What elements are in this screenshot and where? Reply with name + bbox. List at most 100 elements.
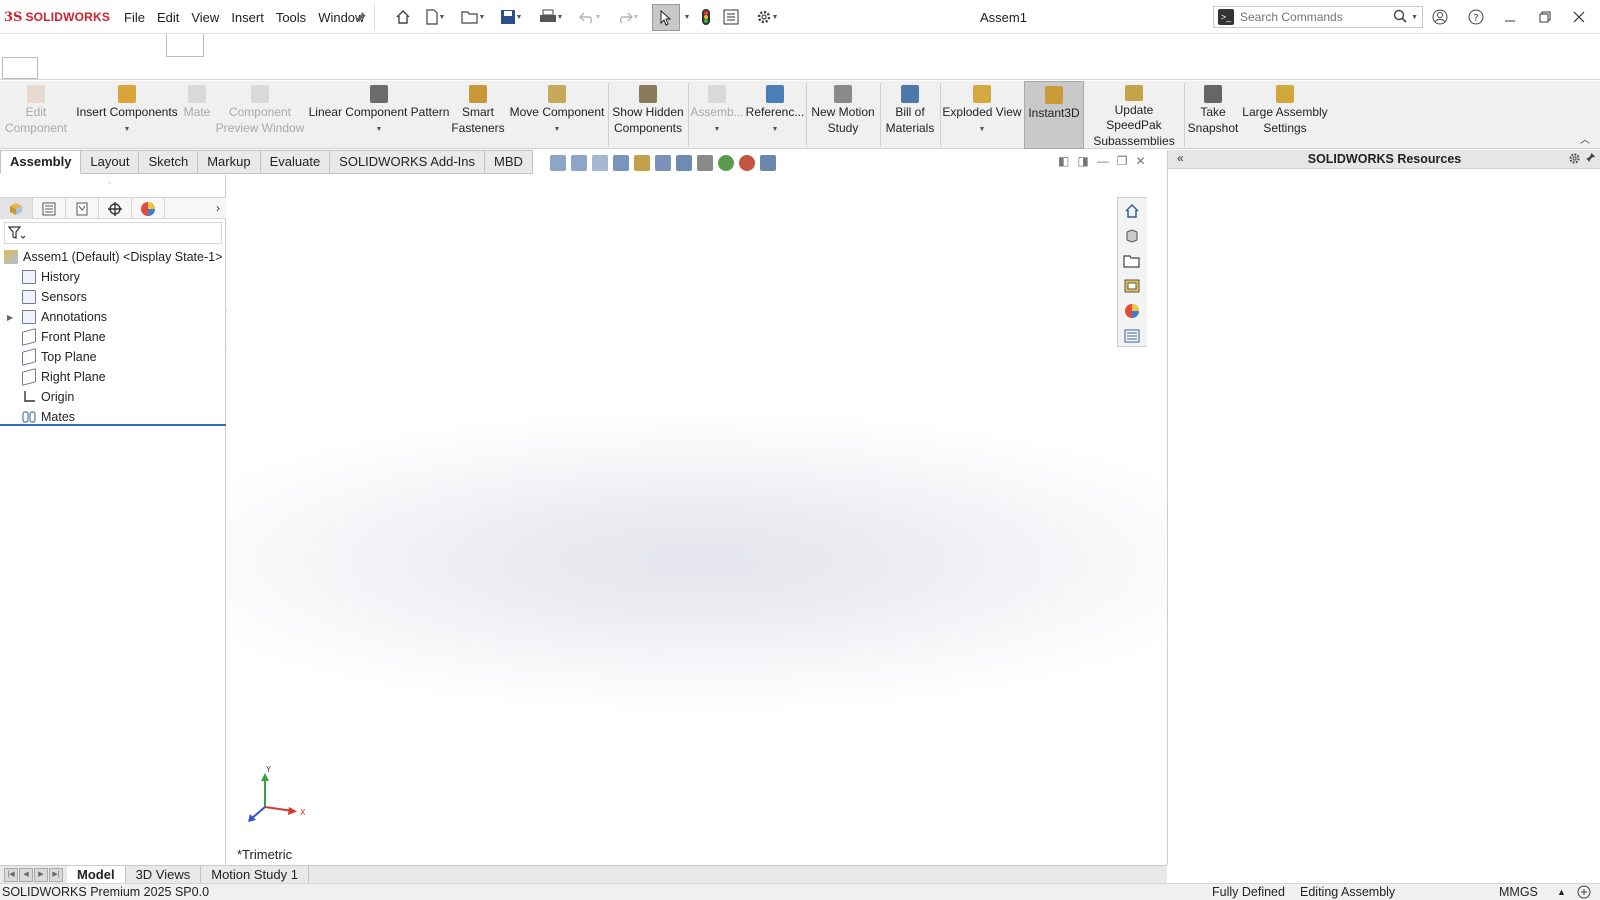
restore-icon[interactable]	[1533, 7, 1557, 27]
linear-component-pattern-button[interactable]: Linear Component Pattern ▼	[308, 81, 450, 149]
file-properties-icon[interactable]	[722, 7, 740, 27]
zoom-to-area-icon[interactable]	[571, 155, 587, 171]
view-settings-icon[interactable]	[760, 155, 776, 171]
previous-view-icon[interactable]	[592, 155, 608, 171]
print-icon[interactable]: ▼	[536, 7, 566, 27]
search-input[interactable]	[1240, 10, 1394, 24]
filter-icon[interactable]	[7, 225, 26, 244]
unit-system[interactable]: MMGS	[1499, 884, 1538, 900]
bill-of-materials-button[interactable]: Bill of Materials	[882, 81, 938, 149]
solidworks-resources-icon[interactable]	[1118, 199, 1146, 223]
doc-close-icon[interactable]: ✕	[1135, 154, 1145, 168]
last-tab-arrow-icon[interactable]: ▶|	[49, 868, 63, 882]
section-view-icon[interactable]	[613, 155, 629, 171]
pin-icon[interactable]	[354, 7, 368, 27]
tab-motion-study-1[interactable]: Motion Study 1	[201, 866, 309, 883]
configurationmanager-tab-icon[interactable]	[66, 198, 99, 219]
menu-view[interactable]: View	[185, 9, 225, 27]
tree-item-annotations[interactable]: ▶ Annotations	[0, 307, 226, 327]
tree-filter-input[interactable]	[4, 222, 222, 244]
account-icon[interactable]	[1428, 7, 1452, 27]
view-palette-icon[interactable]	[1118, 274, 1146, 298]
options-gear-icon[interactable]: ▼	[750, 7, 784, 27]
select-dropdown[interactable]: ▼	[682, 7, 692, 27]
task-pane-gear-icon[interactable]	[1568, 152, 1581, 168]
first-tab-arrow-icon[interactable]: |◀	[4, 868, 18, 882]
hide-show-items-icon[interactable]	[697, 155, 713, 171]
tree-item-history[interactable]: History	[0, 267, 226, 287]
tree-root-assembly[interactable]: Assem1 (Default) <Display State-1>	[0, 247, 226, 267]
component-preview-window-button[interactable]: Component Preview Window	[214, 81, 306, 149]
new-motion-study-button[interactable]: New Motion Study	[808, 81, 878, 149]
units-dropdown-icon[interactable]: ▲	[1557, 884, 1566, 900]
tree-item-origin[interactable]: Origin	[0, 387, 226, 407]
search-dropdown[interactable]: ▼	[1411, 14, 1418, 21]
insert-components-button[interactable]: Insert Components ▼	[72, 81, 182, 149]
tree-item-front-plane[interactable]: Front Plane	[0, 327, 226, 347]
next-tab-arrow-icon[interactable]: ▶	[34, 868, 48, 882]
edit-component-button[interactable]: Edit Component	[2, 81, 70, 149]
rollback-bar[interactable]	[0, 424, 226, 426]
tree-item-right-plane[interactable]: Right Plane	[0, 367, 226, 387]
chevron-down-icon[interactable]: ▼	[714, 122, 721, 138]
tab-assembly[interactable]: Assembly	[0, 150, 82, 174]
custom-properties-icon[interactable]	[1118, 324, 1146, 348]
redo-icon[interactable]: ▼	[614, 7, 642, 27]
tree-item-top-plane[interactable]: Top Plane	[0, 347, 226, 367]
tab-model[interactable]: Model	[67, 866, 126, 883]
tile-right-icon[interactable]: ◨	[1077, 154, 1088, 168]
home-icon[interactable]	[394, 7, 412, 27]
edit-appearance-icon[interactable]	[718, 155, 734, 171]
collapse-ribbon-icon[interactable]: ︿	[1580, 131, 1590, 146]
tab-mbd[interactable]: MBD	[485, 150, 533, 174]
tab-sketch[interactable]: Sketch	[139, 150, 199, 174]
doc-minimize-icon[interactable]: —	[1097, 154, 1109, 168]
minimize-icon[interactable]	[1498, 7, 1522, 27]
display-style-icon[interactable]	[676, 155, 692, 171]
empty-toolbar[interactable]	[2, 57, 38, 79]
apply-scene-icon[interactable]	[739, 155, 755, 171]
graphics-area[interactable]: Y X *Trimetric	[227, 175, 1167, 865]
search-icon[interactable]	[1393, 9, 1407, 26]
tab-3d-views[interactable]: 3D Views	[126, 866, 202, 883]
display-manager-tab-icon[interactable]	[132, 198, 165, 219]
featuremanager-tab-icon[interactable]	[0, 198, 33, 219]
chevron-down-icon[interactable]: ▼	[124, 122, 131, 138]
chevron-down-icon[interactable]: ▼	[554, 122, 561, 138]
smart-fasteners-button[interactable]: Smart Fasteners	[450, 81, 506, 149]
undo-icon[interactable]: ▼	[576, 7, 604, 27]
propertymanager-tab-icon[interactable]	[33, 198, 66, 219]
select-cursor-icon[interactable]	[652, 4, 680, 31]
chevron-down-icon[interactable]: ▼	[376, 122, 383, 138]
menu-file[interactable]: File	[118, 9, 151, 27]
search-commands-box[interactable]: >_ ▼	[1213, 6, 1423, 28]
new-document-icon[interactable]: ▼	[422, 7, 448, 27]
mate-button[interactable]: Mate	[182, 81, 212, 149]
large-assembly-settings-button[interactable]: Large Assembly Settings	[1242, 81, 1328, 149]
save-icon[interactable]: ▼	[496, 7, 526, 27]
doc-restore-icon[interactable]: ❐	[1117, 154, 1128, 168]
solidworks-logo[interactable]: 3S SOLIDWORKS	[4, 9, 110, 25]
view-orientation-icon[interactable]	[655, 155, 671, 171]
zoom-to-fit-icon[interactable]	[550, 155, 566, 171]
reference-geometry-button[interactable]: Referenc... ▼	[746, 81, 804, 149]
dimxpert-tab-icon[interactable]	[99, 198, 132, 219]
chevron-down-icon[interactable]: ▼	[979, 122, 986, 138]
menu-insert[interactable]: Insert	[225, 9, 270, 27]
tile-left-icon[interactable]: ◧	[1058, 154, 1069, 168]
expand-arrow-icon[interactable]: ▶	[7, 313, 13, 322]
tab-markup[interactable]: Markup	[198, 150, 261, 174]
panel-split-handle[interactable]: ◦	[108, 178, 111, 187]
help-icon[interactable]: ?	[1464, 7, 1488, 27]
chevron-down-icon[interactable]: ▼	[772, 122, 779, 138]
tab-layout[interactable]: Layout	[81, 150, 140, 174]
tree-item-sensors[interactable]: Sensors	[0, 287, 226, 307]
menu-tools[interactable]: Tools	[270, 9, 312, 27]
tooltip-toggle-icon[interactable]	[1577, 885, 1591, 900]
assembly-features-button[interactable]: Assemb... ▼	[690, 81, 744, 149]
design-library-icon[interactable]	[1118, 224, 1146, 248]
appearances-scenes-icon[interactable]	[1118, 299, 1146, 323]
chevron-right-icon[interactable]: ›	[165, 198, 226, 218]
take-snapshot-button[interactable]: Take Snapshot	[1186, 81, 1240, 149]
close-icon[interactable]	[1567, 7, 1591, 27]
